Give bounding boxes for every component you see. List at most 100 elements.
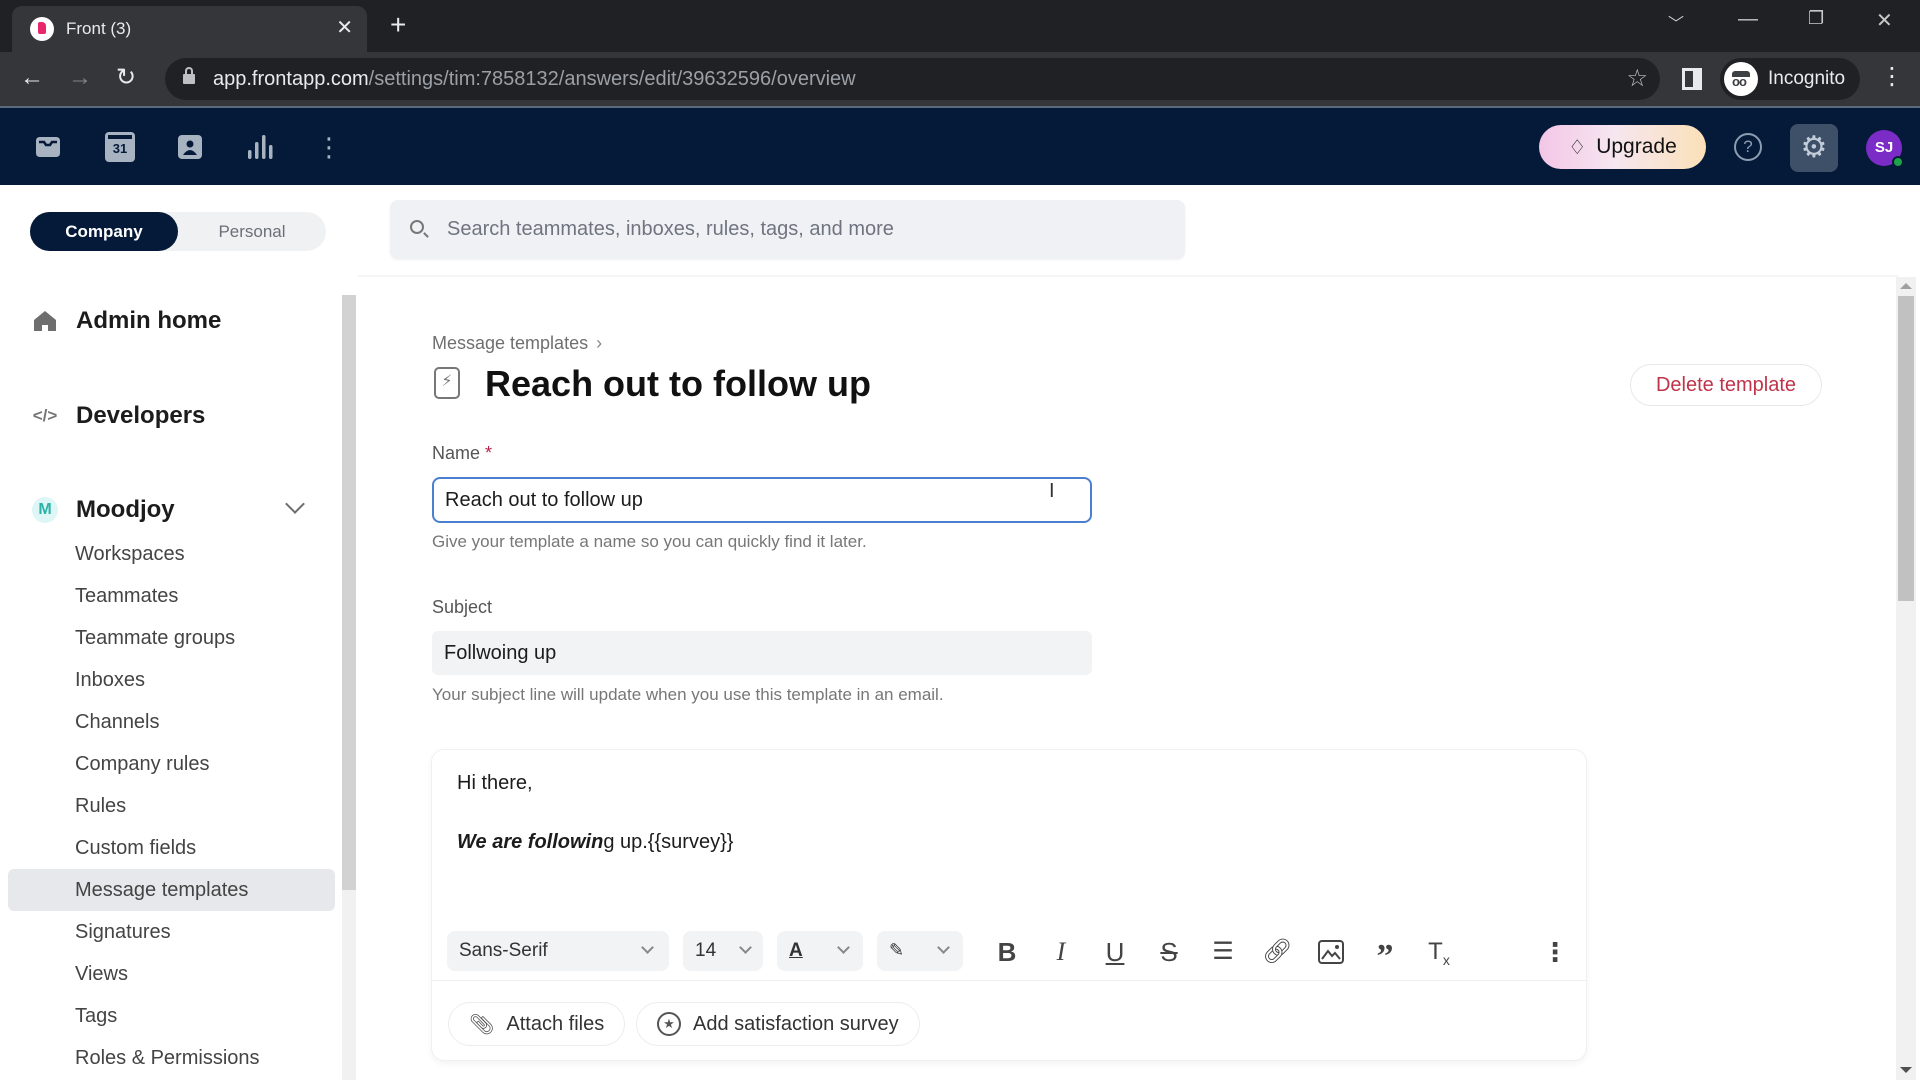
survey-star-badge-icon: ★ xyxy=(657,1012,681,1036)
back-icon[interactable]: ← xyxy=(20,64,44,92)
sidebar-item-teammates[interactable]: Teammates xyxy=(8,575,335,617)
developers-label: Developers xyxy=(76,402,206,429)
sidebar-item-tags[interactable]: Tags xyxy=(8,995,335,1037)
restore-icon[interactable]: ❐ xyxy=(1808,8,1824,29)
admin-home-label: Admin home xyxy=(76,307,222,334)
analytics-icon[interactable] xyxy=(245,132,275,162)
sidebar-item-developers[interactable]: </> Developers xyxy=(30,396,206,436)
highlight-color-select[interactable]: ✎ xyxy=(877,931,963,971)
delete-template-button[interactable]: Delete template xyxy=(1630,364,1822,406)
url-text: app.frontapp.com/settings/tim:7858132/an… xyxy=(213,68,856,90)
window-close-icon[interactable]: ✕ xyxy=(1876,8,1893,33)
subject-input[interactable] xyxy=(432,631,1092,675)
home-icon xyxy=(30,310,60,332)
workspace-badge-icon: M xyxy=(32,497,58,523)
body-line-message[interactable]: We are following up.{{survey}} xyxy=(457,831,733,854)
reload-icon[interactable]: ↻ xyxy=(116,64,136,92)
formatting-toolbar: Sans-Serif 14 A ✎ B I U S ☰ 🔗︎ ” Tx ⋮ xyxy=(432,923,1586,981)
settings-gear-icon[interactable]: ⚙ xyxy=(1790,124,1838,172)
more-icon[interactable]: ⋮ xyxy=(316,132,342,162)
add-satisfaction-survey-button[interactable]: ★ Add satisfaction survey xyxy=(636,1002,920,1046)
lock-icon xyxy=(183,67,195,85)
minimize-icon[interactable]: — xyxy=(1738,8,1758,31)
address-bar[interactable]: app.frontapp.com/settings/tim:7858132/an… xyxy=(165,58,1660,100)
required-asterisk: * xyxy=(485,443,493,463)
calendar-icon[interactable]: 31 xyxy=(105,132,135,162)
online-status-dot xyxy=(1892,156,1904,168)
browser-toolbar: ← → ↻ app.frontapp.com/settings/tim:7858… xyxy=(0,52,1920,106)
sidebar-workspace-moodjoy[interactable]: M Moodjoy xyxy=(30,490,175,530)
upgrade-label: Upgrade xyxy=(1596,135,1677,158)
body-line-greeting[interactable]: Hi there, xyxy=(457,772,533,795)
sidebar-item-company-rules[interactable]: Company rules xyxy=(8,743,335,785)
sidebar-item-message-templates[interactable]: Message templates xyxy=(8,869,335,911)
contacts-icon[interactable] xyxy=(175,132,205,162)
new-tab-icon[interactable]: + xyxy=(390,10,406,40)
sidebar-item-inboxes[interactable]: Inboxes xyxy=(8,659,335,701)
chevron-down-icon xyxy=(837,941,850,954)
text-color-select[interactable]: A xyxy=(777,931,863,971)
incognito-label: Incognito xyxy=(1768,68,1846,89)
bold-icon[interactable]: B xyxy=(992,937,1022,967)
scope-company-tab[interactable]: Company xyxy=(30,212,178,251)
message-body-editor[interactable]: Hi there, We are following up.{{survey}}… xyxy=(432,750,1586,1060)
scope-personal-tab[interactable]: Personal xyxy=(178,212,326,251)
bulleted-list-icon[interactable]: ☰ xyxy=(1208,937,1238,967)
sidebar-item-rules[interactable]: Rules xyxy=(8,785,335,827)
paperclip-icon: 📎︎ xyxy=(469,1013,495,1036)
chevron-down-icon[interactable] xyxy=(285,494,305,514)
tab-title: Front (3) xyxy=(66,19,132,38)
link-icon[interactable]: 🔗︎ xyxy=(1262,937,1292,967)
font-size-select[interactable]: 14 xyxy=(683,931,763,971)
sidebar-scrollbar-thumb[interactable] xyxy=(342,295,356,890)
strikethrough-icon[interactable]: S xyxy=(1154,937,1184,967)
attach-files-button[interactable]: 📎︎ Attach files xyxy=(448,1002,626,1046)
forward-icon[interactable]: → xyxy=(68,64,92,92)
close-tab-icon[interactable]: ✕ xyxy=(336,16,353,40)
settings-search-input[interactable]: Search teammates, inboxes, rules, tags, … xyxy=(390,200,1185,259)
workspace-name: Moodjoy xyxy=(76,496,175,523)
italic-icon[interactable]: I xyxy=(1046,937,1076,967)
help-icon[interactable]: ? xyxy=(1734,133,1762,161)
avatar[interactable]: SJ xyxy=(1866,130,1904,168)
quote-icon[interactable]: ” xyxy=(1370,937,1400,975)
upgrade-button[interactable]: ♢ Upgrade xyxy=(1539,125,1706,169)
clear-formatting-icon[interactable]: Tx xyxy=(1424,937,1454,968)
template-lightning-icon: ⚡ xyxy=(434,367,460,399)
inbox-icon[interactable] xyxy=(33,132,63,162)
browser-menu-icon[interactable]: ⋮ xyxy=(1880,62,1904,91)
tab-search-chevron-icon[interactable]: ﹀ xyxy=(1668,10,1684,34)
sidebar-item-signatures[interactable]: Signatures xyxy=(8,911,335,953)
search-icon xyxy=(410,220,424,234)
sidebar-item-workspaces[interactable]: Workspaces xyxy=(8,533,335,575)
template-name-input[interactable] xyxy=(432,477,1092,523)
more-options-icon[interactable]: ⋮ xyxy=(1540,937,1570,967)
browser-tab[interactable]: Front (3) ✕ xyxy=(12,6,367,52)
scroll-down-arrow-icon[interactable] xyxy=(1900,1067,1912,1073)
name-help-text: Give your template a name so you can qui… xyxy=(432,532,867,551)
side-panel-icon[interactable] xyxy=(1682,68,1702,90)
name-label: Name * xyxy=(432,443,493,463)
settings-sidebar: Company Personal Admin home </> Develope… xyxy=(0,185,358,1080)
main-scrollbar-thumb[interactable] xyxy=(1898,296,1914,601)
sidebar-item-channels[interactable]: Channels xyxy=(8,701,335,743)
sidebar-item-admin-home[interactable]: Admin home xyxy=(30,301,221,341)
main-content: Search teammates, inboxes, rules, tags, … xyxy=(358,185,1920,1080)
sidebar-item-views[interactable]: Views xyxy=(8,953,335,995)
font-family-select[interactable]: Sans-Serif xyxy=(447,931,669,971)
underline-icon[interactable]: U xyxy=(1100,937,1130,967)
header-divider xyxy=(358,275,1898,277)
chevron-down-icon xyxy=(641,941,654,954)
chevron-down-icon xyxy=(739,941,752,954)
search-placeholder: Search teammates, inboxes, rules, tags, … xyxy=(447,218,894,240)
scroll-up-arrow-icon[interactable] xyxy=(1900,283,1912,289)
sidebar-item-roles-permissions[interactable]: Roles & Permissions xyxy=(8,1037,335,1079)
avatar-initials: SJ xyxy=(1874,139,1894,156)
sidebar-item-custom-fields[interactable]: Custom fields xyxy=(8,827,335,869)
bookmark-star-icon[interactable]: ☆ xyxy=(1626,64,1648,93)
sidebar-item-teammate-groups[interactable]: Teammate groups xyxy=(8,617,335,659)
browser-tab-bar: Front (3) ✕ + ﹀ — ❐ ✕ xyxy=(0,0,1920,52)
image-icon[interactable] xyxy=(1316,937,1346,967)
breadcrumb-message-templates[interactable]: Message templates xyxy=(432,333,588,353)
incognito-profile-button[interactable]: Incognito xyxy=(1720,58,1860,100)
